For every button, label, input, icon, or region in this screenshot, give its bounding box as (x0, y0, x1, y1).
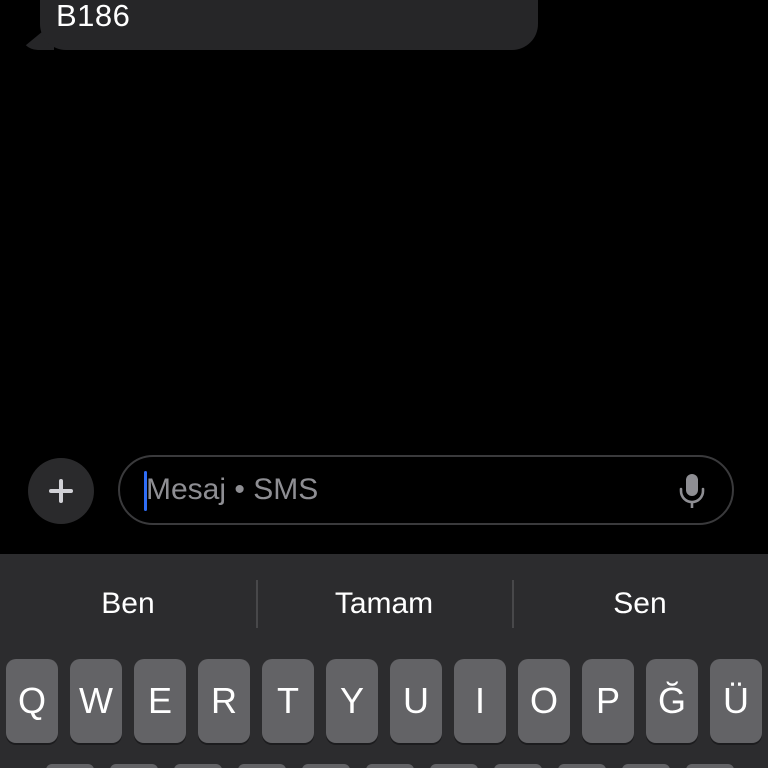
key-q[interactable]: Q (6, 659, 58, 743)
key-row-2-hint (174, 764, 222, 768)
key-g-breve[interactable]: Ğ (646, 659, 698, 743)
plus-icon (49, 479, 73, 503)
key-w[interactable]: W (70, 659, 122, 743)
predictive-text-bar: Ben Tamam Sen (0, 554, 768, 654)
key-u-umlaut[interactable]: Ü (710, 659, 762, 743)
key-row-1: Q W E R T Y U I O P Ğ Ü (6, 659, 768, 743)
suggestion-2[interactable]: Tamam (256, 554, 512, 654)
key-r[interactable]: R (198, 659, 250, 743)
key-row-2-hint (238, 764, 286, 768)
key-row-2-hint (558, 764, 606, 768)
message-input[interactable]: Mesaj • SMS (118, 455, 734, 525)
message-text: B186 (56, 0, 131, 33)
microphone-icon[interactable] (678, 473, 706, 509)
key-row-2-hint (686, 764, 734, 768)
key-row-2-hint (366, 764, 414, 768)
keyboard: Ben Tamam Sen Q W E R T Y U I O P Ğ Ü (0, 554, 768, 768)
key-t[interactable]: T (262, 659, 314, 743)
key-o[interactable]: O (518, 659, 570, 743)
message-placeholder: Mesaj • SMS (146, 473, 319, 506)
suggestion-3[interactable]: Sen (512, 554, 768, 654)
key-u[interactable]: U (390, 659, 442, 743)
key-row-2-hint (622, 764, 670, 768)
suggestion-1[interactable]: Ben (0, 554, 256, 654)
key-row-2-hint (430, 764, 478, 768)
key-p[interactable]: P (582, 659, 634, 743)
key-row-2-hint (46, 764, 94, 768)
messages-screen: B186 Mesaj • SMS Ben Tamam Sen Q W E R T (0, 0, 768, 768)
key-e[interactable]: E (134, 659, 186, 743)
key-i[interactable]: I (454, 659, 506, 743)
key-y[interactable]: Y (326, 659, 378, 743)
key-row-2-hint (110, 764, 158, 768)
add-attachment-button[interactable] (28, 458, 94, 524)
key-row-2-hint (302, 764, 350, 768)
key-row-2-hint (494, 764, 542, 768)
